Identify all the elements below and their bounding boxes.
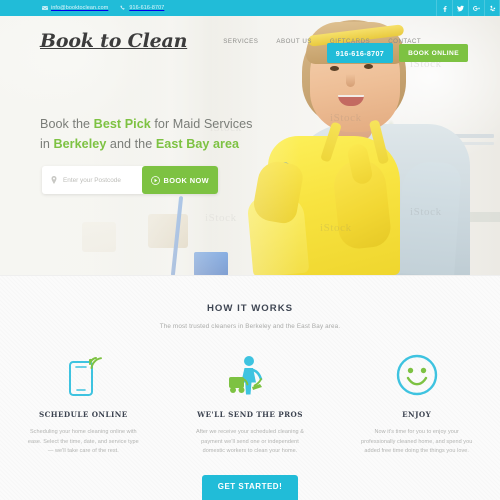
feature-heading: ENJOY (402, 410, 432, 419)
right-arm (396, 160, 462, 275)
map-pin-icon (50, 176, 58, 184)
section-title: HOW IT WORKS (206, 303, 294, 314)
phone-icon (120, 5, 126, 11)
feature-column-schedule-online: SCHEDULE ONLINE Scheduling your home cle… (0, 352, 167, 457)
topbar-phone-link[interactable]: 916-616-8707 (120, 5, 164, 11)
google-plus-icon[interactable] (468, 0, 484, 16)
site-logo[interactable]: Book to Clean (40, 30, 187, 52)
feature-body: Now it's time for you to enjoy your prof… (360, 429, 473, 455)
feature-body: Scheduling your home cleaning online wit… (27, 429, 139, 455)
nose (346, 74, 355, 87)
facebook-icon[interactable] (436, 0, 452, 16)
topbar-email-text: info@booktoclean.com (51, 5, 109, 11)
feature-columns: SCHEDULE ONLINE Scheduling your home cle… (0, 352, 500, 457)
topbar-email-link[interactable]: info@booktoclean.com (42, 5, 108, 11)
topbar-phone-text: 916-616-8707 (129, 5, 165, 11)
headline-text-3: in (40, 137, 54, 151)
page-root: info@booktoclean.com 916-616-8707 Book t… (0, 0, 500, 500)
twitter-icon[interactable] (452, 0, 468, 16)
hero-copy: Book the Best Pick for Maid Services in … (40, 114, 290, 154)
mobile-phone-wifi-icon (62, 352, 104, 398)
nav-item-about-us[interactable]: ABOUT US (276, 38, 312, 45)
book-now-label: BOOK NOW (163, 175, 209, 185)
topbar-contact-group: info@booktoclean.com 916-616-8707 (42, 5, 164, 11)
get-started-button[interactable]: GET STARTED! (201, 475, 299, 500)
social-icons-group (436, 0, 500, 16)
hero-headline: Book the Best Pick for Maid Services in … (40, 114, 290, 154)
feature-column-send-the-pros: WE'LL SEND THE PROS After we receive you… (167, 352, 334, 457)
how-it-works-section: HOW IT WORKS The most trusted cleaners i… (0, 275, 500, 500)
yelp-icon[interactable] (484, 0, 500, 16)
envelope-icon (42, 5, 48, 11)
headline-emphasis-east-bay: East Bay area (155, 137, 240, 151)
eye-left (330, 66, 339, 71)
feature-heading: WE'LL SEND THE PROS (197, 410, 303, 419)
header-phone-button[interactable]: 916-616-8707 (326, 43, 394, 63)
header-buttons-group: 916-616-8707 BOOK ONLINE (326, 43, 468, 63)
headline-text-1: Book the (40, 117, 94, 131)
postcode-booking-form: BOOK NOW (42, 166, 218, 194)
vacuum-cleaner-person-icon (222, 352, 278, 398)
feature-heading: SCHEDULE ONLINE (38, 410, 128, 419)
top-utility-bar: info@booktoclean.com 916-616-8707 (0, 0, 500, 16)
get-started-wrapper: GET STARTED! (0, 475, 500, 500)
headline-emphasis-berkeley: Berkeley (53, 137, 107, 151)
nav-item-services[interactable]: SERVICES (223, 38, 258, 45)
headline-emphasis-best-pick: Best Pick (93, 117, 151, 131)
headline-text-4: and the (106, 137, 156, 151)
site-header: Book to Clean SERVICES ABOUT US GIFTCARD… (0, 16, 500, 66)
section-subtitle: The most trusted cleaners in Berkeley an… (159, 323, 341, 330)
headline-text-2: for Maid Services (150, 117, 253, 131)
book-online-button[interactable]: BOOK ONLINE (399, 44, 468, 62)
postcode-input[interactable] (63, 176, 147, 184)
smiley-face-icon (394, 352, 440, 398)
feature-body: After we receive your scheduled cleaning… (196, 429, 304, 455)
feature-column-enjoy: ENJOY Now it's time for you to enjoy you… (333, 352, 500, 457)
book-now-button[interactable]: BOOK NOW (141, 166, 218, 194)
play-circle-icon (150, 175, 160, 185)
